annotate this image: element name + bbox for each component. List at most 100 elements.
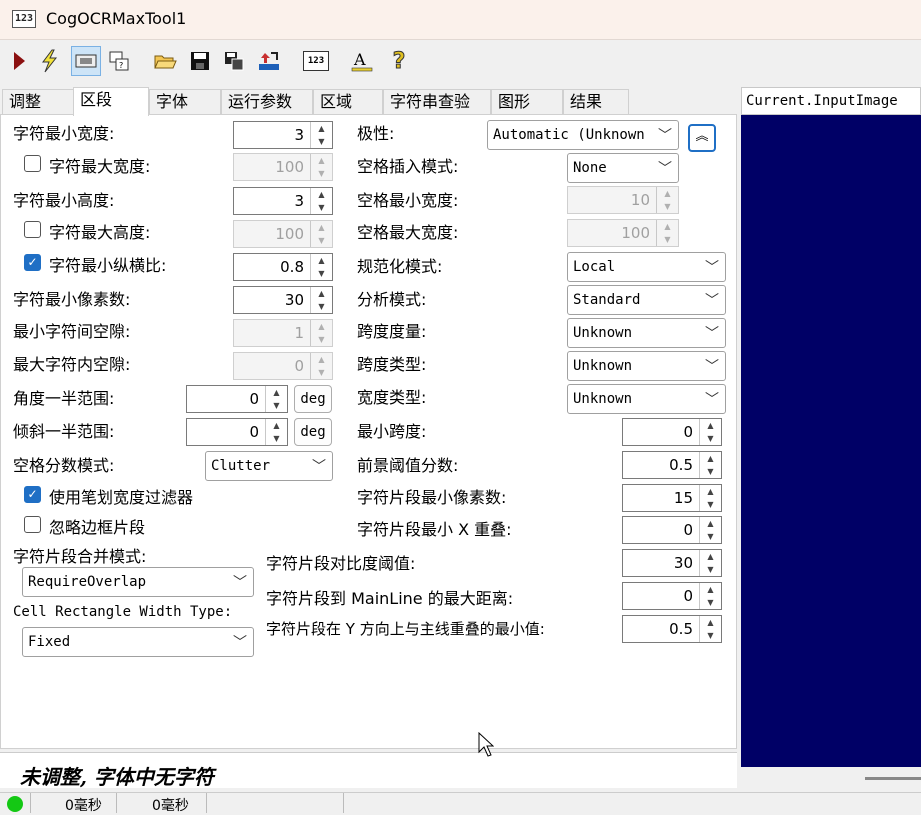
image-display-icon[interactable]: [71, 46, 101, 76]
cell-rect-width-type-select[interactable]: Fixed ﹀: [22, 627, 254, 657]
ignore-border-checkbox[interactable]: [24, 516, 41, 533]
up-arrow-icon[interactable]: ▲: [311, 287, 332, 300]
up-arrow-icon[interactable]: ▲: [266, 386, 287, 399]
down-arrow-icon[interactable]: ▼: [311, 267, 332, 280]
collapse-up-button[interactable]: ︽: [688, 124, 716, 152]
fg-threshold-frac-input[interactable]: 0.5 ▲ ▼: [622, 451, 722, 479]
window-help-icon[interactable]: ?: [104, 46, 134, 76]
min-pitch-input[interactable]: 0 ▲ ▼: [622, 418, 722, 446]
char-min-width-stepper[interactable]: ▲ ▼: [310, 122, 332, 148]
scroll-thumb[interactable]: [865, 777, 921, 780]
tab-graphics[interactable]: 图形: [491, 89, 563, 115]
save-settings-icon[interactable]: [219, 46, 249, 76]
image-display[interactable]: [741, 115, 921, 767]
max-intra-gap-input: 0 ▲ ▼: [233, 352, 333, 380]
tab-font[interactable]: 字体: [149, 89, 221, 115]
down-arrow-icon[interactable]: ▼: [700, 465, 721, 478]
up-arrow-icon[interactable]: ▲: [700, 517, 721, 530]
down-arrow-icon[interactable]: ▼: [311, 201, 332, 214]
down-arrow-icon: ▼: [664, 235, 671, 244]
down-arrow-icon[interactable]: ▼: [311, 300, 332, 313]
tab-string-verify[interactable]: 字符串查验: [383, 89, 491, 115]
down-arrow-icon[interactable]: ▼: [700, 498, 721, 511]
lightning-icon[interactable]: [34, 46, 64, 76]
help-question-icon[interactable]: ?: [384, 46, 414, 76]
char-min-width-input[interactable]: 3 ▲ ▼: [233, 121, 333, 149]
char-max-height-label: 字符最大高度:: [49, 223, 151, 242]
pitch-type-select[interactable]: Unknown ﹀: [567, 351, 726, 381]
up-arrow-icon[interactable]: ▲: [266, 419, 287, 432]
chevron-down-icon: ﹀: [233, 575, 247, 591]
down-arrow-icon[interactable]: ▼: [700, 629, 721, 642]
down-arrow-icon[interactable]: ▼: [266, 432, 287, 445]
chevron-down-icon: ﹀: [705, 359, 719, 375]
char-min-pixels-label: 字符最小像素数:: [13, 290, 131, 309]
up-arrow-icon[interactable]: ▲: [311, 254, 332, 267]
space-score-mode-select[interactable]: Clutter ﹀: [205, 451, 333, 481]
import-icon[interactable]: [254, 46, 284, 76]
pitch-metric-select[interactable]: Unknown ﹀: [567, 318, 726, 348]
title-bar: 123 CogOCRMaxTool1: [0, 0, 921, 40]
char-min-aspect-label: 字符最小纵横比:: [49, 256, 167, 275]
train-font-icon[interactable]: A: [347, 46, 377, 76]
down-arrow-icon[interactable]: ▼: [700, 563, 721, 576]
down-arrow-icon[interactable]: ▼: [700, 596, 721, 609]
up-arrow-icon: ▲: [664, 222, 671, 231]
char-min-aspect-checkbox[interactable]: ✓: [24, 254, 41, 271]
normalization-mode-select[interactable]: Local ﹀: [567, 252, 726, 282]
check-icon: ✓: [27, 255, 38, 269]
normalization-mode-label: 规范化模式:: [357, 257, 443, 276]
polarity-select[interactable]: Automatic (Unknown ﹀: [487, 120, 679, 150]
tab-region[interactable]: 区域: [313, 89, 383, 115]
up-arrow-icon[interactable]: ▲: [700, 550, 721, 563]
image-scrollbar[interactable]: [741, 767, 921, 791]
char-max-width-checkbox[interactable]: [24, 155, 41, 172]
open-folder-icon[interactable]: [150, 46, 180, 76]
frag-min-x-overlap-input[interactable]: 0 ▲ ▼: [622, 516, 722, 544]
run-icon[interactable]: [4, 46, 34, 76]
width-type-select[interactable]: Unknown ﹀: [567, 384, 726, 414]
save-icon[interactable]: [185, 46, 215, 76]
tab-segment[interactable]: 区段: [73, 87, 149, 116]
down-arrow-icon[interactable]: ▼: [311, 135, 332, 148]
up-arrow-icon[interactable]: ▲: [700, 616, 721, 629]
frag-contrast-threshold-input[interactable]: 30 ▲ ▼: [622, 549, 722, 577]
use-stroke-filter-checkbox[interactable]: ✓: [24, 486, 41, 503]
skew-unit-button[interactable]: deg: [294, 418, 332, 446]
fragment-merge-mode-select[interactable]: RequireOverlap ﹀: [22, 567, 254, 597]
down-arrow-icon[interactable]: ▼: [700, 432, 721, 445]
tab-adjust[interactable]: 调整: [2, 89, 74, 115]
tab-run-params[interactable]: 运行参数: [221, 89, 313, 115]
ignore-border-label: 忽略边框片段: [49, 518, 146, 537]
status-bar: 0毫秒 0毫秒: [0, 792, 921, 814]
up-arrow-icon[interactable]: ▲: [311, 122, 332, 135]
char-min-height-input[interactable]: 3 ▲ ▼: [233, 187, 333, 215]
chevron-down-icon: ﹀: [705, 326, 719, 342]
frag-min-y-overlap-input[interactable]: 0.5 ▲ ▼: [622, 615, 722, 643]
space-max-width-label: 空格最大宽度:: [357, 223, 459, 242]
angle-half-range-input[interactable]: 0 ▲ ▼: [186, 385, 288, 413]
frag-min-pixels-input[interactable]: 15 ▲ ▼: [622, 484, 722, 512]
char-min-pixels-input[interactable]: 30 ▲ ▼: [233, 286, 333, 314]
tab-results[interactable]: 结果: [563, 89, 629, 115]
frag-max-dist-mainline-input[interactable]: 0 ▲ ▼: [622, 582, 722, 610]
char-min-aspect-input[interactable]: 0.8 ▲ ▼: [233, 253, 333, 281]
analysis-mode-select[interactable]: Standard ﹀: [567, 285, 726, 315]
up-arrow-icon[interactable]: ▲: [700, 583, 721, 596]
char-max-height-checkbox[interactable]: [24, 221, 41, 238]
up-arrow-icon[interactable]: ▲: [700, 419, 721, 432]
up-arrow-icon[interactable]: ▲: [700, 452, 721, 465]
char-max-height-input: 100 ▲ ▼: [233, 220, 333, 248]
chevron-down-icon: ﹀: [233, 635, 247, 651]
image-buffer-selector[interactable]: Current.InputImage: [741, 87, 921, 115]
up-arrow-icon[interactable]: ▲: [700, 485, 721, 498]
angle-unit-button[interactable]: deg: [294, 385, 332, 413]
up-arrow-icon[interactable]: ▲: [311, 188, 332, 201]
ocr-123-icon[interactable]: 123: [301, 46, 331, 76]
down-arrow-icon: ▼: [664, 202, 671, 211]
down-arrow-icon[interactable]: ▼: [700, 530, 721, 543]
space-insert-mode-select[interactable]: None ﹀: [567, 153, 679, 183]
skew-half-range-input[interactable]: 0 ▲ ▼: [186, 418, 288, 446]
down-arrow-icon[interactable]: ▼: [266, 399, 287, 412]
frag-min-x-overlap-label: 字符片段最小 X 重叠:: [357, 520, 512, 539]
